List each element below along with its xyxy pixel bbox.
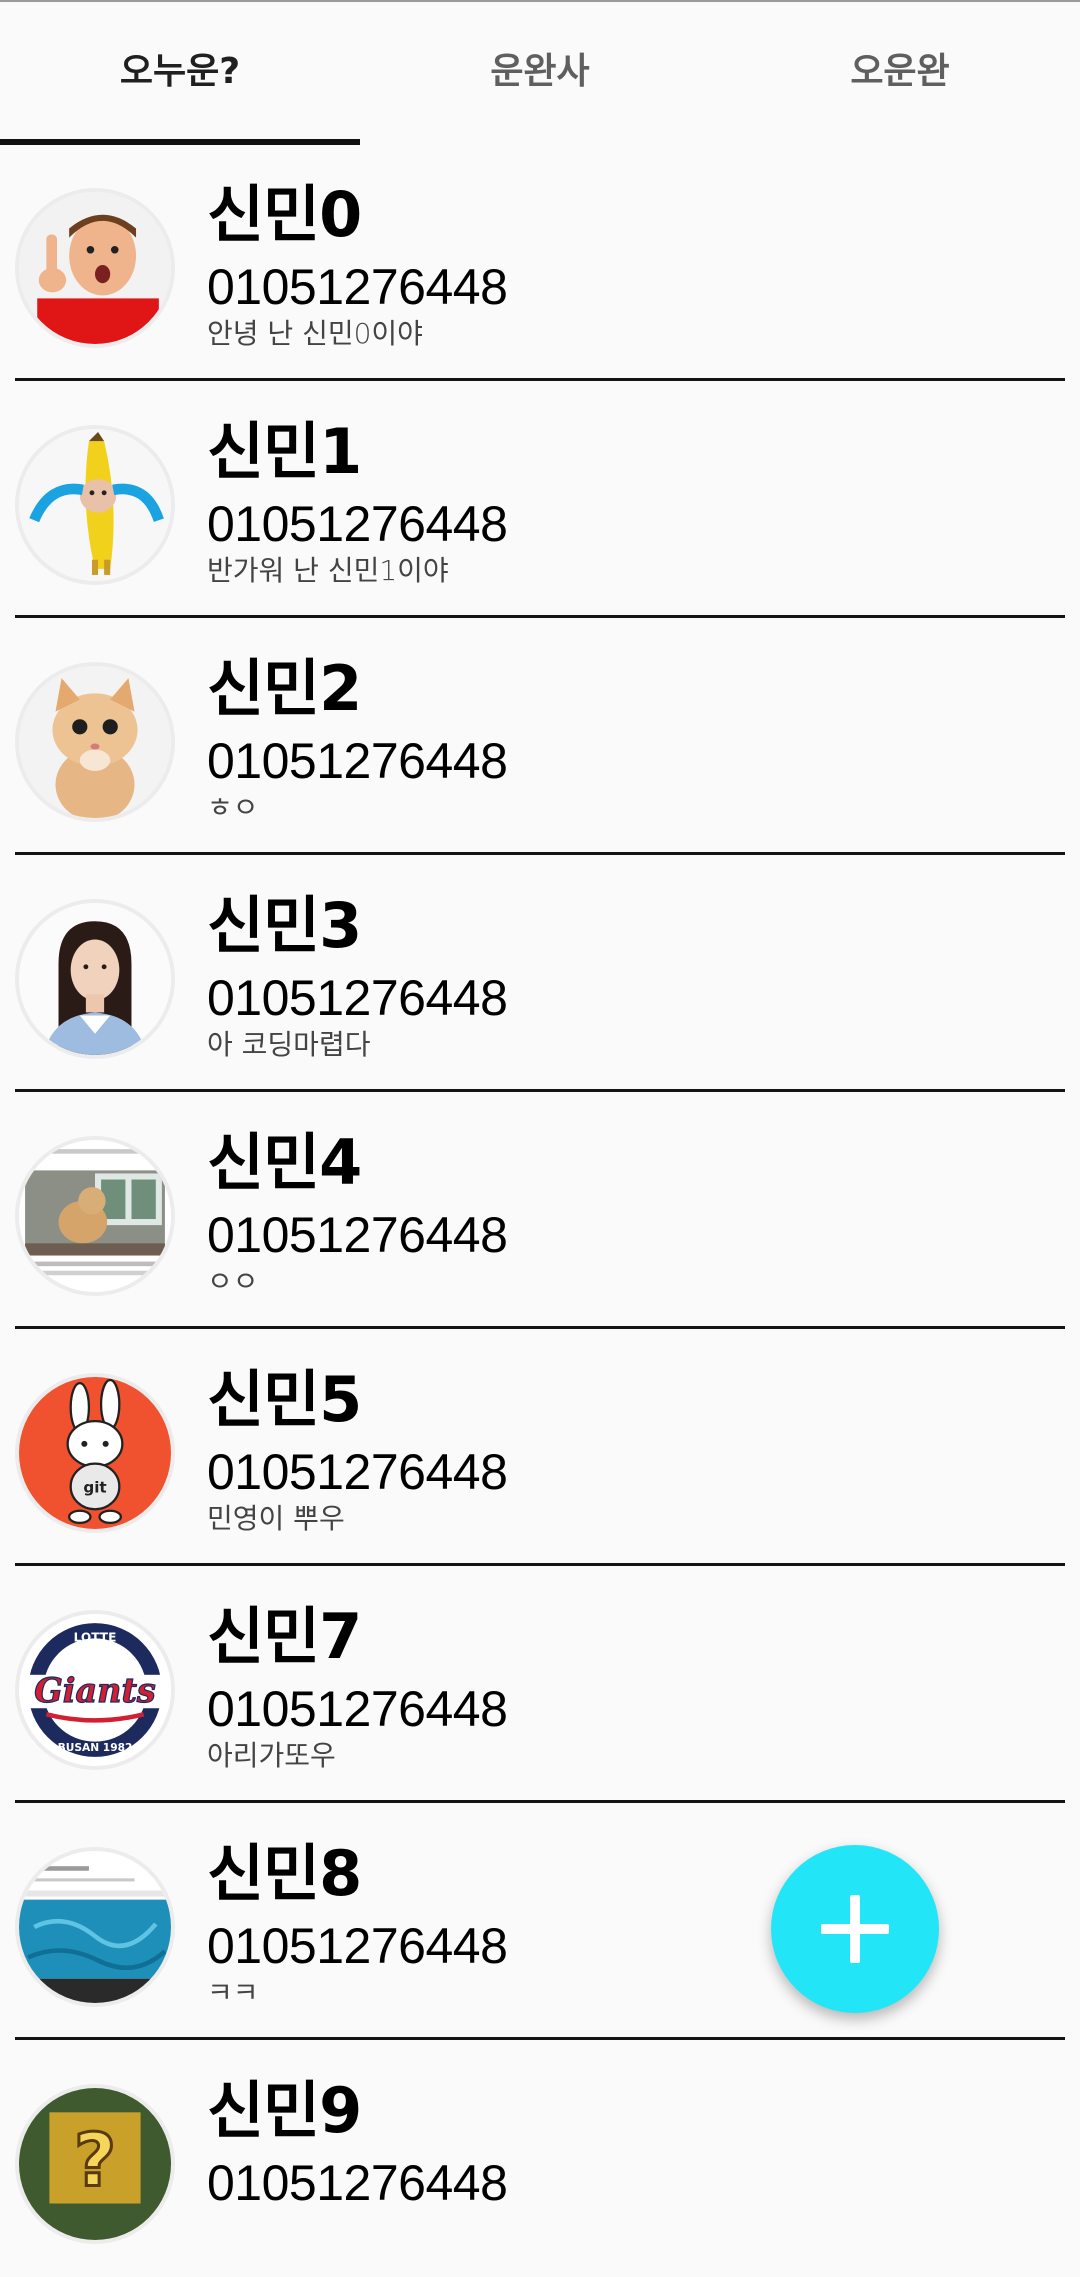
contact-status: 아리가또우 (207, 1739, 336, 1772)
add-contact-button[interactable] (771, 1845, 939, 2013)
giants-logo-bottom-text: BUSAN 1982 (58, 1741, 133, 1754)
crying-banana-cat-avatar (15, 425, 175, 585)
git-rabbit-avatar: git (15, 1373, 175, 1533)
question-block-avatar: ? (15, 2084, 175, 2244)
contact-phone: 01051276448 (207, 1444, 508, 1500)
contact-row[interactable]: 신민4 01051276448 ㅇㅇ (0, 1092, 1080, 1329)
contact-status: 안녕 난 신민0이야 (207, 317, 423, 350)
contact-row[interactable]: 신민2 01051276448 ㅎㅇ (0, 618, 1080, 855)
plus-icon (821, 1895, 889, 1963)
svg-text:?: ? (74, 2118, 116, 2203)
contact-name: 신민4 (207, 1126, 362, 1199)
tab-label: 오운완 (850, 51, 950, 92)
contact-status: ㅎㅇ (207, 791, 259, 824)
contact-name: 신민5 (207, 1363, 362, 1436)
contact-row[interactable]: ? 신민9 01051276448 (0, 2040, 1080, 2277)
contact-name: 신민2 (207, 652, 362, 725)
contact-status: ㅇㅇ (207, 1265, 259, 1298)
rabbit-shirt-text: git (83, 1479, 106, 1497)
tab-label: 운완사 (490, 51, 590, 92)
contact-phone: 01051276448 (207, 1681, 508, 1737)
tab-bar: 오누운? 운완사 오운완 (0, 2, 1080, 145)
kitten-avatar (15, 662, 175, 822)
contact-row[interactable]: 신민1 01051276448 반가워 난 신민1이야 (0, 381, 1080, 618)
contact-row[interactable]: 신민3 01051276448 아 코딩마렵다 (0, 855, 1080, 1092)
tab-onuun[interactable]: 오누운? (0, 2, 360, 144)
contact-status: 민영이 뿌우 (207, 1502, 345, 1535)
contact-name: 신민7 (207, 1600, 362, 1673)
contact-phone: 01051276448 (207, 970, 508, 1026)
contact-row[interactable]: LOTTE Giants BUSAN 1982 신민7 01051276448 … (0, 1566, 1080, 1803)
water-screenshot-avatar (15, 1847, 175, 2007)
contact-name: 신민9 (207, 2074, 362, 2147)
contact-status: ㅋㅋ (207, 1976, 259, 2009)
contact-status: 반가워 난 신민1이야 (207, 554, 449, 587)
tab-label: 오누운? (119, 51, 241, 92)
dog-screenshot-avatar (15, 1136, 175, 1296)
contact-name: 신민1 (207, 415, 362, 488)
contact-phone: 01051276448 (207, 1207, 508, 1263)
contact-name: 신민0 (207, 178, 362, 251)
boy-pointing-avatar (15, 188, 175, 348)
contact-status: 아 코딩마렵다 (207, 1028, 371, 1061)
tab-ounwan[interactable]: 오운완 (720, 2, 1080, 144)
tab-unwansa[interactable]: 운완사 (360, 2, 720, 144)
contact-phone: 01051276448 (207, 2155, 508, 2211)
contact-row[interactable]: 신민0 01051276448 안녕 난 신민0이야 (0, 144, 1080, 381)
woman-portrait-avatar (15, 899, 175, 1059)
giants-logo-main-text: Giants (34, 1671, 156, 1710)
giants-logo-top-text: LOTTE (74, 1630, 117, 1644)
contact-phone: 01051276448 (207, 496, 508, 552)
contact-phone: 01051276448 (207, 259, 508, 315)
giants-logo-avatar: LOTTE Giants BUSAN 1982 (15, 1610, 175, 1770)
contact-row[interactable]: git 신민5 01051276448 민영이 뿌우 (0, 1329, 1080, 1566)
contact-name: 신민8 (207, 1837, 362, 1910)
contact-phone: 01051276448 (207, 1918, 508, 1974)
contact-phone: 01051276448 (207, 733, 508, 789)
contact-name: 신민3 (207, 889, 362, 962)
